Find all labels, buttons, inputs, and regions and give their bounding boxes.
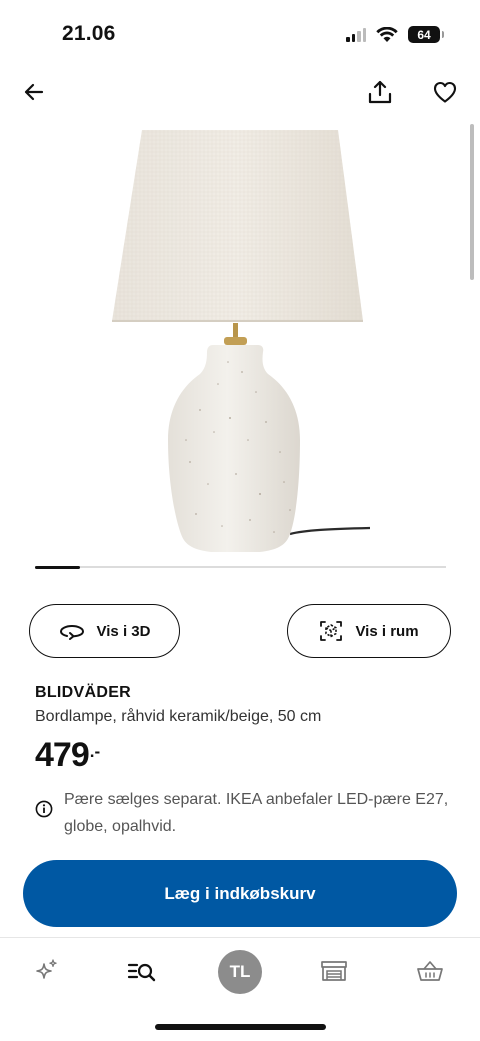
cellular-signal-icon — [346, 27, 366, 42]
price-value: 479 — [35, 736, 90, 774]
carousel-progress — [35, 565, 81, 569]
basket-icon — [417, 961, 443, 981]
status-icons: 64 — [346, 26, 444, 43]
heart-icon — [433, 81, 457, 103]
table-lamp-image — [112, 130, 371, 552]
add-to-cart-button[interactable]: Læg i indkøbskurv — [23, 860, 457, 927]
view-in-room-label: Vis i rum — [355, 622, 419, 640]
price-suffix: .- — [89, 742, 101, 761]
arrow-left-icon — [24, 83, 44, 101]
nav-search[interactable] — [122, 954, 162, 988]
product-description: Bordlampe, råhvid keramik/beige, 50 cm — [35, 708, 322, 725]
home-indicator — [155, 1024, 326, 1030]
nav-stores[interactable] — [314, 954, 354, 988]
bulb-notice: Pære sælges separat. IKEA anbefaler LED-… — [35, 786, 455, 840]
view-3d-button[interactable]: Vis i 3D — [29, 604, 180, 658]
rotate-3d-icon — [59, 624, 84, 640]
view-3d-label: Vis i 3D — [96, 622, 151, 640]
share-icon — [368, 80, 392, 104]
info-icon — [35, 800, 53, 818]
product-name: BLIDVÄDER — [35, 684, 132, 701]
status-time: 21.06 — [62, 22, 116, 45]
store-icon — [321, 961, 347, 981]
favorite-button[interactable] — [425, 72, 465, 112]
top-bar — [0, 72, 480, 116]
nav-inspiration[interactable] — [27, 954, 67, 988]
share-button[interactable] — [360, 72, 400, 112]
add-to-cart-label: Læg i indkøbskurv — [164, 883, 316, 903]
avatar[interactable]: TL — [218, 950, 262, 994]
image-carousel-indicator — [35, 565, 446, 569]
nav-basket[interactable] — [410, 954, 450, 988]
battery-icon: 64 — [408, 26, 444, 43]
page-scrollbar[interactable] — [470, 124, 474, 280]
status-bar: 21.06 64 — [0, 0, 480, 70]
ar-cube-icon — [320, 621, 343, 641]
product-price: 479 .- — [35, 736, 100, 775]
bulb-notice-text: Pære sælges separat. IKEA anbefaler LED-… — [64, 791, 449, 835]
view-in-room-button[interactable]: Vis i rum — [287, 604, 451, 658]
product-image[interactable] — [90, 122, 390, 562]
back-button[interactable] — [14, 72, 54, 112]
search-list-icon — [127, 963, 156, 982]
sparkle-icon — [36, 959, 57, 979]
wifi-icon — [376, 26, 398, 42]
